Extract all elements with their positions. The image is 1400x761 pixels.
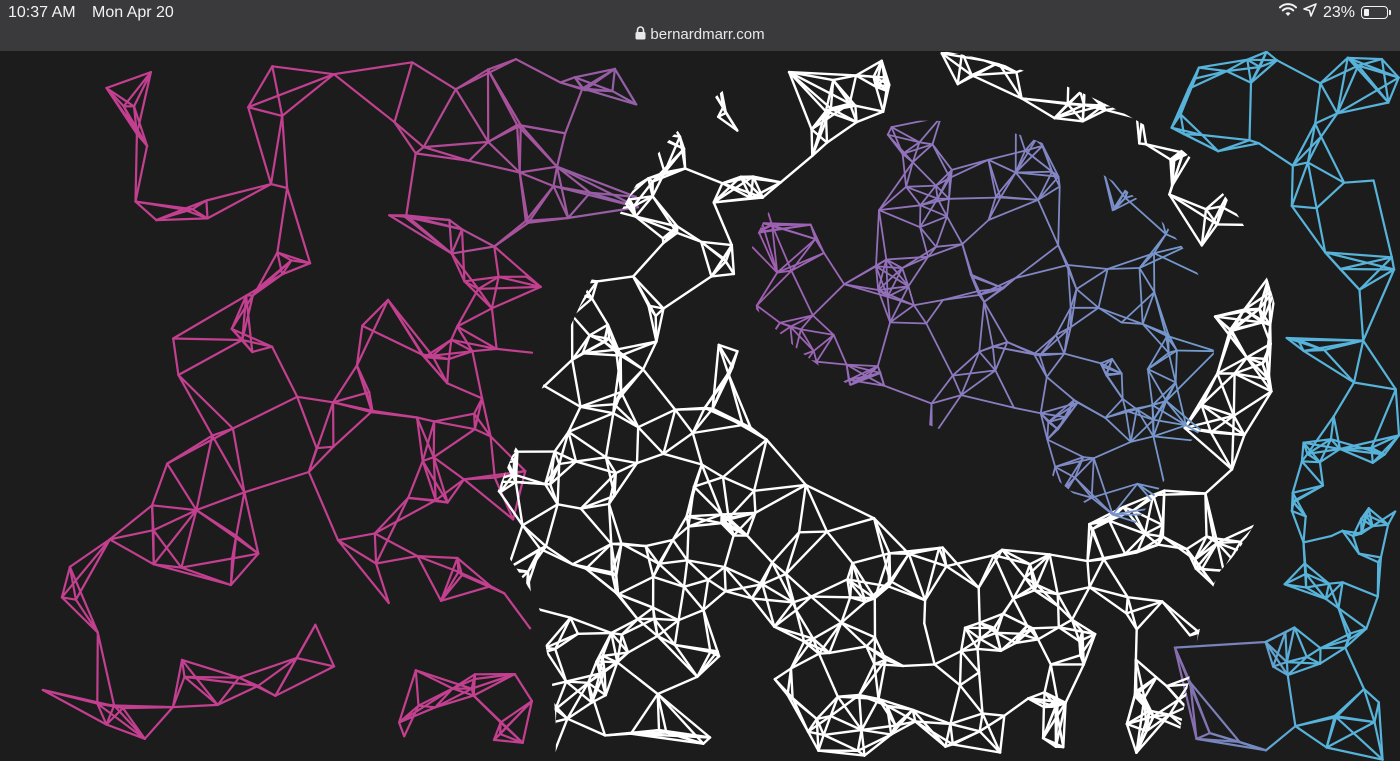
brain-mesh (740, 120, 1215, 531)
address-bar[interactable]: bernardmarr.com (0, 26, 1400, 44)
screen: 10:37 AM Mon Apr 20 23% bernardmarr.com (0, 0, 1400, 761)
battery-percent: 23% (1322, 3, 1355, 21)
battery-icon (1361, 6, 1391, 19)
polygon-mesh-illustration (41, 51, 1400, 761)
status-time: 10:37 AM (8, 4, 76, 21)
hero-artwork (0, 51, 1400, 761)
browser-top-bar: 10:37 AM Mon Apr 20 23% bernardmarr.com (0, 0, 1400, 51)
location-arrow-icon (1303, 3, 1317, 22)
status-indicators: 23% (1278, 3, 1391, 22)
battery-level (1364, 9, 1369, 16)
status-date: Mon Apr 20 (92, 4, 174, 21)
address-url: bernardmarr.com (650, 26, 765, 43)
wifi-icon (1278, 3, 1297, 22)
left-mesh (41, 58, 639, 744)
lock-icon (635, 26, 646, 44)
